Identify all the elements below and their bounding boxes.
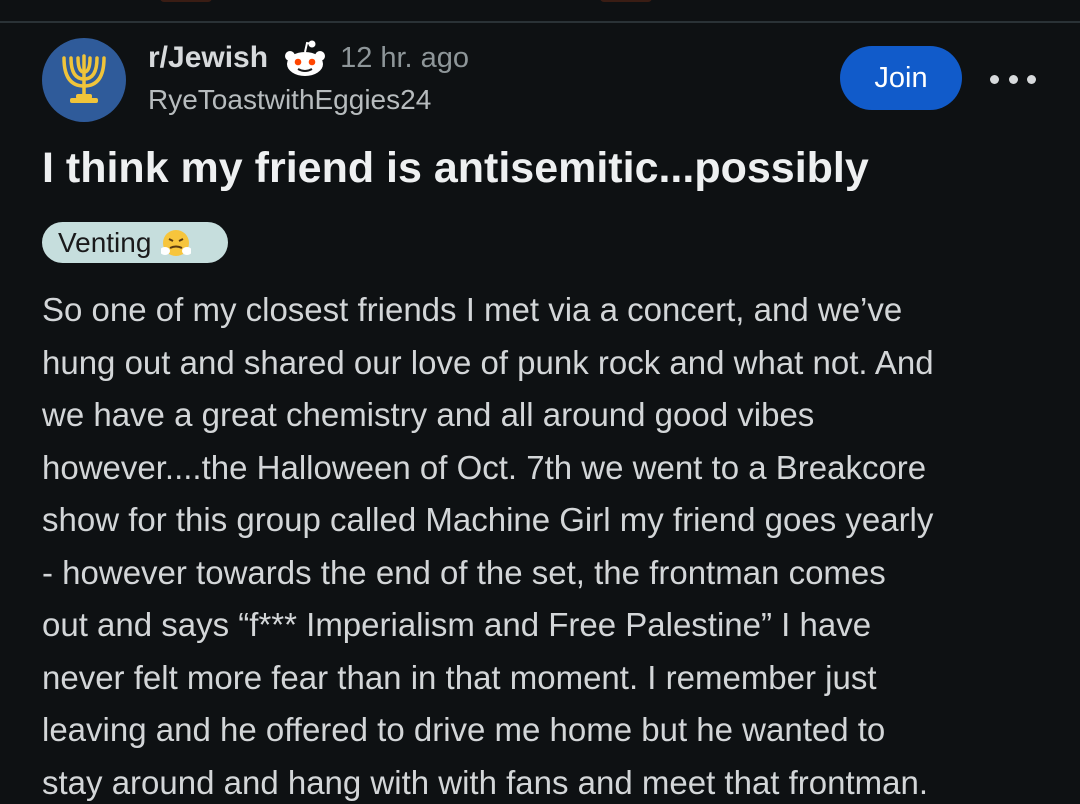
post-timestamp: 12 hr. ago bbox=[340, 41, 470, 74]
post-flair[interactable]: Venting bbox=[42, 222, 228, 263]
top-tab-indicator bbox=[160, 0, 212, 2]
body-line: never felt more fear than in that moment… bbox=[42, 658, 877, 696]
post-screen: r/Jewish 12 hr. ago RyeToastwithEggies24… bbox=[0, 0, 1080, 804]
dot bbox=[990, 74, 999, 84]
dot bbox=[1027, 74, 1036, 84]
dot bbox=[1008, 74, 1018, 84]
top-tab-indicator bbox=[600, 0, 652, 2]
subreddit-name[interactable]: r/Jewish bbox=[148, 41, 268, 75]
body-line: we have a great chemistry and all around… bbox=[42, 396, 815, 433]
more-options-icon[interactable] bbox=[990, 66, 1036, 92]
body-line: however....the Halloween of Oct. 7th we … bbox=[42, 448, 927, 486]
flair-label: Venting bbox=[58, 226, 152, 258]
post-author[interactable]: RyeToastwithEggies24 bbox=[148, 84, 431, 116]
join-button[interactable]: Join bbox=[840, 46, 962, 110]
top-bar bbox=[0, 0, 1080, 22]
body-line: So one of my closest friends I met via a… bbox=[42, 291, 903, 328]
body-line: - however towards the end of the set, th… bbox=[42, 553, 886, 591]
snoo-icon bbox=[282, 38, 328, 78]
body-line: stay around and hang with with fans and … bbox=[42, 763, 929, 801]
subreddit-avatar[interactable] bbox=[42, 38, 126, 122]
post-body: So one of my closest friends I met via a… bbox=[42, 284, 1052, 804]
body-line: hung out and shared our love of punk roc… bbox=[42, 343, 934, 381]
menorah-icon bbox=[62, 54, 106, 103]
steam-face-emoji-icon bbox=[160, 228, 193, 258]
body-line: show for this group called Machine Girl … bbox=[42, 501, 934, 538]
divider bbox=[0, 21, 1080, 23]
post-title[interactable]: I think my friend is antisemitic...possi… bbox=[42, 140, 1042, 196]
body-line: out and says “f*** Imperialism and Free … bbox=[42, 606, 872, 643]
body-line: leaving and he offered to drive me home … bbox=[42, 711, 886, 748]
post-meta: r/Jewish 12 hr. ago bbox=[148, 38, 469, 78]
